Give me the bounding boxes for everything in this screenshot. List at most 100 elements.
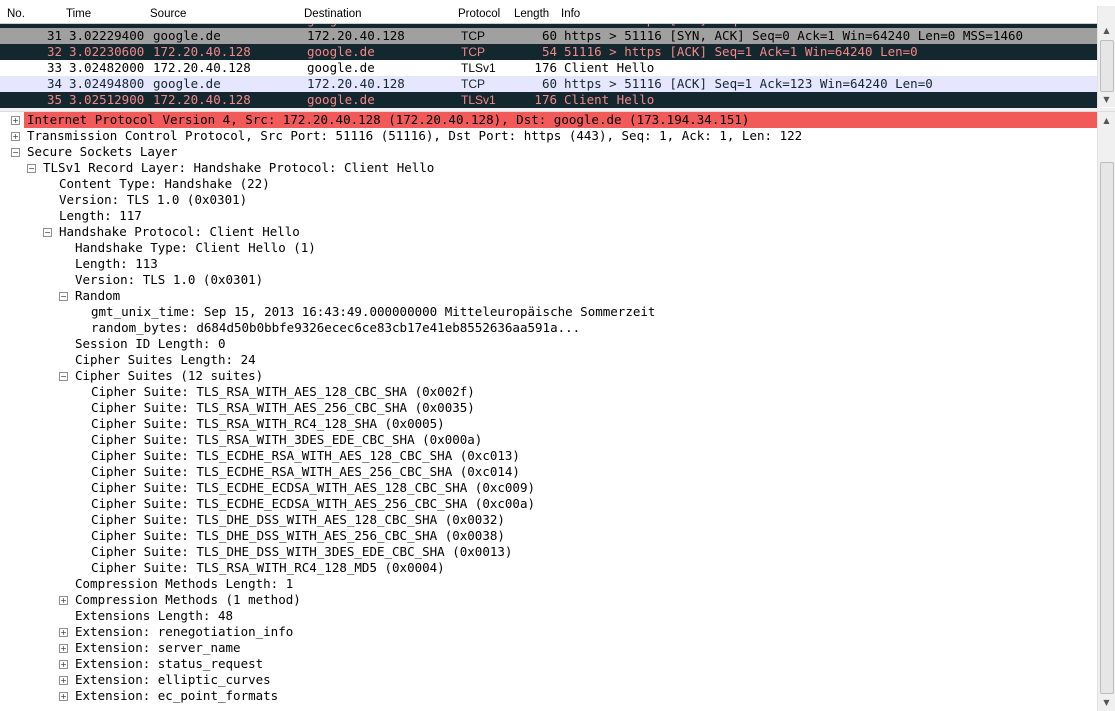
scroll-down-arrow-icon[interactable]: ▼ <box>1100 93 1113 106</box>
scroll-up-arrow-icon[interactable]: ▲ <box>1100 24 1113 37</box>
tree-row[interactable]: random_bytes: d684d50b0bbfe9326ecec6ce83… <box>0 320 1097 336</box>
cell-destination: google.de <box>307 92 375 107</box>
column-header-time[interactable]: Time <box>66 8 91 20</box>
tree-row[interactable]: + Extension: status_request <box>0 656 1097 672</box>
tree-row[interactable]: + Transmission Control Protocol, Src Port… <box>0 128 1097 144</box>
tree-row[interactable]: − Cipher Suites (12 suites) <box>0 368 1097 384</box>
tree-row[interactable]: Version: TLS 1.0 (0x0301) <box>0 192 1097 208</box>
cell-no: 34 <box>46 76 62 91</box>
expand-plus-icon[interactable]: + <box>59 628 68 637</box>
tree-row[interactable]: Cipher Suite: TLS_RSA_WITH_AES_128_CBC_S… <box>0 384 1097 400</box>
packet-list-scroll-thumb[interactable] <box>1100 40 1114 92</box>
tree-row[interactable]: Compression Methods Length: 1 <box>0 576 1097 592</box>
tree-row[interactable]: Cipher Suite: TLS_ECDHE_RSA_WITH_AES_256… <box>0 464 1097 480</box>
cell-info: Client Hello <box>564 60 655 75</box>
tree-row[interactable]: Cipher Suites Length: 24 <box>0 352 1097 368</box>
column-header-source[interactable]: Source <box>150 8 186 20</box>
packet-list-scrollbar[interactable]: ▲ ▼ <box>1097 6 1115 107</box>
tree-row[interactable]: + Extension: renegotiation_info <box>0 624 1097 640</box>
packet-row[interactable]: 34 3.02494800 google.de 172.20.40.128 TCP 60 h… <box>0 76 1097 92</box>
tree-row-label: Extension: ec_point_formats <box>75 688 279 703</box>
packet-details-pane: + Internet Protocol Version 4, Src: 172.2… <box>0 112 1115 711</box>
column-header-destination[interactable]: Destination <box>304 8 362 20</box>
scroll-up-arrow-icon[interactable]: ▲ <box>1100 114 1113 127</box>
cell-length: 176 <box>534 60 557 75</box>
cell-source: 172.20.40.128 <box>153 92 251 107</box>
tree-row-label: Cipher Suites (12 suites) <box>75 368 264 383</box>
tree-row-label: Handshake Protocol: Client Hello <box>59 224 300 239</box>
cell-length: 54 <box>541 44 557 59</box>
tree-row[interactable]: Cipher Suite: TLS_ECDHE_ECDSA_WITH_AES_1… <box>0 480 1097 496</box>
tree-row[interactable]: Content Type: Handshake (22) <box>0 176 1097 192</box>
column-header-no[interactable]: No. <box>7 8 25 20</box>
tree-row-label: Length: 117 <box>59 208 142 223</box>
tree-row[interactable]: Cipher Suite: TLS_RSA_WITH_RC4_128_MD5 (… <box>0 560 1097 576</box>
tree-row[interactable]: Cipher Suite: TLS_RSA_WITH_RC4_128_SHA (… <box>0 416 1097 432</box>
expand-plus-icon[interactable]: + <box>59 692 68 701</box>
tree-row[interactable]: + Internet Protocol Version 4, Src: 172.2… <box>11 112 1097 128</box>
tree-row[interactable]: Cipher Suite: TLS_ECDHE_ECDSA_WITH_AES_2… <box>0 496 1097 512</box>
tree-row[interactable]: Length: 117 <box>0 208 1097 224</box>
cell-info: Client Hello <box>564 92 655 107</box>
tree-row[interactable]: Cipher Suite: TLS_DHE_DSS_WITH_AES_256_C… <box>0 528 1097 544</box>
packet-details-scroll-thumb[interactable] <box>1100 162 1114 694</box>
expand-plus-icon[interactable]: + <box>59 676 68 685</box>
packet-row[interactable]: 32 3.02230600 172.20.40.128 google.de TCP 54 5… <box>0 44 1097 60</box>
tree-row-label: Cipher Suite: TLS_DHE_DSS_WITH_AES_128_C… <box>91 512 505 527</box>
tree-row[interactable]: − TLSv1 Record Layer: Handshake Protocol:… <box>0 160 1097 176</box>
tree-row-label: Extension: server_name <box>75 640 241 655</box>
collapse-minus-icon[interactable]: − <box>59 292 68 301</box>
tree-row[interactable]: + Extension: elliptic_curves <box>0 672 1097 688</box>
packet-row[interactable]: 35 3.02512900 172.20.40.128 google.de TLSv1 1… <box>0 92 1097 108</box>
cell-source: google.de <box>153 76 221 91</box>
tree-row[interactable]: Length: 113 <box>0 256 1097 272</box>
cell-source: 172.20.40.128 <box>153 60 251 75</box>
tree-row[interactable]: Handshake Type: Client Hello (1) <box>0 240 1097 256</box>
tree-row[interactable]: Cipher Suite: TLS_DHE_DSS_WITH_3DES_EDE_… <box>0 544 1097 560</box>
expand-plus-icon[interactable]: + <box>59 644 68 653</box>
collapse-minus-icon[interactable]: − <box>59 372 68 381</box>
cell-no: 35 <box>46 92 62 107</box>
tree-row-label: Cipher Suite: TLS_RSA_WITH_3DES_EDE_CBC_… <box>91 432 483 447</box>
tree-row[interactable]: − Random <box>0 288 1097 304</box>
cell-protocol: TLSv1 <box>461 93 496 107</box>
tree-row-label: Content Type: Handshake (22) <box>59 176 270 191</box>
cell-length: 176 <box>534 92 557 107</box>
cell-no: 31 <box>46 28 62 43</box>
expand-plus-icon[interactable]: + <box>11 132 20 141</box>
tree-row[interactable]: Extensions Length: 48 <box>0 608 1097 624</box>
tree-row[interactable]: + Extension: ec_point_formats <box>0 688 1097 704</box>
column-header-length[interactable]: Length <box>514 8 549 20</box>
tree-row[interactable]: Cipher Suite: TLS_RSA_WITH_3DES_EDE_CBC_… <box>0 432 1097 448</box>
column-header-protocol[interactable]: Protocol <box>458 8 500 20</box>
tree-row[interactable]: − Handshake Protocol: Client Hello <box>0 224 1097 240</box>
collapse-minus-icon[interactable]: − <box>43 228 52 237</box>
tree-row[interactable]: + Extension: server_name <box>0 640 1097 656</box>
tree-row-label: Random <box>75 288 121 303</box>
cell-no: 32 <box>46 44 62 59</box>
tree-row[interactable]: + Compression Methods (1 method) <box>0 592 1097 608</box>
tree-row[interactable]: Cipher Suite: TLS_ECDHE_RSA_WITH_AES_128… <box>0 448 1097 464</box>
expand-plus-icon[interactable]: + <box>59 596 68 605</box>
expand-plus-icon[interactable]: + <box>11 116 20 125</box>
tree-row[interactable]: Cipher Suite: TLS_DHE_DSS_WITH_AES_128_C… <box>0 512 1097 528</box>
cell-time: 3.02482000 <box>69 60 145 75</box>
packet-row[interactable]: 33 3.02482000 172.20.40.128 google.de TLSv1 1… <box>0 60 1097 76</box>
tree-row[interactable]: − Secure Sockets Layer <box>0 144 1097 160</box>
tree-row-label: Cipher Suite: TLS_RSA_WITH_RC4_128_MD5 (… <box>91 560 445 575</box>
scroll-down-arrow-icon[interactable]: ▼ <box>1100 696 1113 709</box>
tree-row[interactable]: gmt_unix_time: Sep 15, 2013 16:43:49.000… <box>0 304 1097 320</box>
packet-row[interactable]: 31 3.02229400 google.de 172.20.40.128 TCP 60 h… <box>0 28 1097 44</box>
collapse-minus-icon[interactable]: − <box>27 164 36 173</box>
expand-plus-icon[interactable]: + <box>59 660 68 669</box>
tree-row[interactable]: Session ID Length: 0 <box>0 336 1097 352</box>
collapse-minus-icon[interactable]: − <box>11 148 20 157</box>
tree-row[interactable]: Cipher Suite: TLS_RSA_WITH_AES_256_CBC_S… <box>0 400 1097 416</box>
cell-time: 3.02229400 <box>69 28 145 43</box>
packet-details-scrollbar[interactable]: ▲ ▼ <box>1097 112 1115 711</box>
tree-row-label: Cipher Suite: TLS_ECDHE_RSA_WITH_AES_256… <box>91 464 520 479</box>
cell-time: 3.02512900 <box>69 92 145 107</box>
column-header-info[interactable]: Info <box>561 8 580 20</box>
tree-row[interactable]: Version: TLS 1.0 (0x0301) <box>0 272 1097 288</box>
cell-protocol: TLSv1 <box>461 61 496 75</box>
